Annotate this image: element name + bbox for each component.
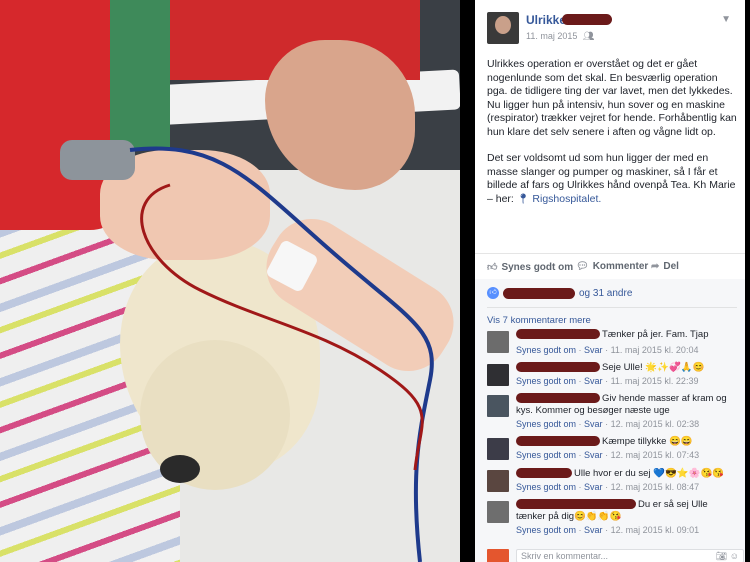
likes-others[interactable]: og 31 andre bbox=[579, 288, 632, 299]
view-more-comments-link[interactable]: Vis 7 kommentarer mere bbox=[487, 315, 591, 326]
comment-text: Giv hende masser af kram og kys. Kommer … bbox=[516, 393, 738, 417]
comment-button[interactable]: 💬︎ Kommenter bbox=[576, 261, 648, 272]
comment-reply-link[interactable]: Svar bbox=[584, 482, 603, 492]
comment-input-placeholder: Skriv en kommentar... bbox=[521, 551, 609, 561]
comment-time[interactable]: 12. maj 2015 kl. 02:38 bbox=[611, 419, 700, 429]
comment-time[interactable]: 11. maj 2015 kl. 22:39 bbox=[611, 376, 699, 386]
write-comment-row: Skriv en kommentar... 📷︎ ☺ bbox=[487, 549, 744, 562]
comment-reply-link[interactable]: Svar bbox=[584, 345, 603, 355]
comment-meta: Synes godt om · Svar · 11. maj 2015 kl. … bbox=[516, 345, 699, 355]
post-meta: 11. maj 2015 👥︎ bbox=[526, 31, 594, 42]
commenter-avatar[interactable] bbox=[487, 395, 509, 417]
comment-reply-link[interactable]: Svar bbox=[584, 525, 603, 535]
comment-reply-link[interactable]: Svar bbox=[584, 376, 603, 386]
comment-like-link[interactable]: Synes godt om bbox=[516, 376, 576, 386]
camera-icon[interactable]: 📷︎ bbox=[716, 551, 727, 561]
comment-icon: 💬︎ bbox=[576, 261, 589, 272]
author-name-text[interactable]: Ulrikke bbox=[526, 13, 566, 27]
comment-time[interactable]: 12. maj 2015 kl. 09:01 bbox=[611, 525, 700, 535]
divider bbox=[487, 307, 737, 308]
comment-input[interactable]: Skriv en kommentar... 📷︎ ☺ bbox=[516, 549, 744, 562]
comments-section: 👍︎ og 31 andre Vis 7 kommentarer mere Tæ… bbox=[475, 279, 745, 562]
comment-meta: Synes godt om · Svar · 12. maj 2015 kl. … bbox=[516, 482, 700, 492]
post-date[interactable]: 11. maj 2015 bbox=[526, 31, 577, 41]
post-actions: 👍︎ Synes godt om 💬︎ Kommenter ➦ Del bbox=[475, 253, 745, 279]
redaction-bar bbox=[516, 468, 572, 479]
like-label: Synes godt om bbox=[501, 261, 574, 273]
comment-like-link[interactable]: Synes godt om bbox=[516, 419, 576, 429]
location-pin-icon: 📍︎ bbox=[516, 193, 530, 205]
chevron-down-icon[interactable]: ▼ bbox=[721, 14, 731, 25]
comment-meta: Synes godt om · Svar · 11. maj 2015 kl. … bbox=[516, 376, 699, 386]
comment-reply-link[interactable]: Svar bbox=[584, 419, 603, 429]
post-header: Ulrikke 11. maj 2015 👥︎ ▼ bbox=[475, 0, 745, 50]
comment-body: Seje Ulle! 🌟✨💞🙏😊 bbox=[602, 362, 705, 373]
comment-reply-link[interactable]: Svar bbox=[584, 450, 603, 460]
post-body: Ulrikkes operation er overstået og det e… bbox=[487, 58, 737, 219]
redaction-bar bbox=[516, 329, 600, 340]
share-button[interactable]: ➦ Del bbox=[651, 261, 679, 272]
comment-like-link[interactable]: Synes godt om bbox=[516, 482, 576, 492]
redaction-bar bbox=[503, 287, 575, 299]
comment-meta: Synes godt om · Svar · 12. maj 2015 kl. … bbox=[516, 450, 700, 460]
own-avatar bbox=[487, 549, 509, 562]
tubes bbox=[129, 146, 434, 562]
post-photo[interactable] bbox=[0, 0, 460, 562]
location-link[interactable]: Rigshospitalet. bbox=[532, 193, 601, 205]
comment-text: Seje Ulle! 🌟✨💞🙏😊 bbox=[516, 362, 738, 374]
comment-body: Kæmpe tillykke 😄😄 bbox=[602, 436, 693, 447]
like-badge-icon: 👍︎ bbox=[487, 287, 499, 299]
thumbs-up-icon: 👍︎ bbox=[487, 262, 498, 273]
comment-like-link[interactable]: Synes godt om bbox=[516, 525, 576, 535]
comment-body: Tænker på jer. Fam. Tjap bbox=[602, 329, 709, 340]
redaction-bar bbox=[516, 362, 600, 373]
redaction-bar bbox=[516, 393, 600, 404]
redaction-bar bbox=[516, 499, 636, 510]
commenter-avatar[interactable] bbox=[487, 364, 509, 386]
comment-text: Ulle hvor er du sej 💙😎⭐🌸😘😘 bbox=[516, 468, 738, 480]
comment-input-icons: 📷︎ ☺ bbox=[716, 550, 739, 562]
author-avatar[interactable] bbox=[487, 12, 519, 44]
comment-time[interactable]: 12. maj 2015 kl. 08:47 bbox=[611, 482, 700, 492]
likes-summary[interactable]: 👍︎ og 31 andre bbox=[487, 287, 632, 299]
comment-like-link[interactable]: Synes godt om bbox=[516, 345, 576, 355]
comment-text: Kæmpe tillykke 😄😄 bbox=[516, 436, 738, 448]
commenter-avatar[interactable] bbox=[487, 331, 509, 353]
post-paragraph-2: Det ser voldsomt ud som hun ligger der m… bbox=[487, 152, 737, 206]
comment-meta: Synes godt om · Svar · 12. maj 2015 kl. … bbox=[516, 419, 700, 429]
post-paragraph-1: Ulrikkes operation er overstået og det e… bbox=[487, 58, 737, 138]
commenter-avatar[interactable] bbox=[487, 501, 509, 523]
comment-time[interactable]: 11. maj 2015 kl. 20:04 bbox=[611, 345, 699, 355]
commenter-avatar[interactable] bbox=[487, 438, 509, 460]
comment-label: Kommenter bbox=[592, 261, 649, 272]
comment-time[interactable]: 12. maj 2015 kl. 07:43 bbox=[611, 450, 700, 460]
friends-icon[interactable]: 👥︎ bbox=[583, 31, 594, 42]
author-name[interactable]: Ulrikke bbox=[526, 13, 612, 27]
redaction-bar bbox=[562, 14, 612, 25]
comment-like-link[interactable]: Synes godt om bbox=[516, 450, 576, 460]
comment-text: Du er så sej Ulle tænker på dig😊👏👏😘 bbox=[516, 499, 738, 523]
redaction-bar bbox=[516, 436, 600, 447]
comment-body: Ulle hvor er du sej 💙😎⭐🌸😘😘 bbox=[574, 468, 725, 479]
like-button[interactable]: 👍︎ Synes godt om bbox=[487, 261, 574, 274]
post-panel: Ulrikke 11. maj 2015 👥︎ ▼ Ulrikkes opera… bbox=[475, 0, 745, 562]
commenter-avatar[interactable] bbox=[487, 470, 509, 492]
comment-text: Tænker på jer. Fam. Tjap bbox=[516, 329, 738, 341]
share-label: Del bbox=[663, 261, 679, 272]
share-icon: ➦ bbox=[651, 261, 660, 272]
comment-meta: Synes godt om · Svar · 12. maj 2015 kl. … bbox=[516, 525, 700, 535]
smiley-icon[interactable]: ☺ bbox=[730, 551, 739, 561]
